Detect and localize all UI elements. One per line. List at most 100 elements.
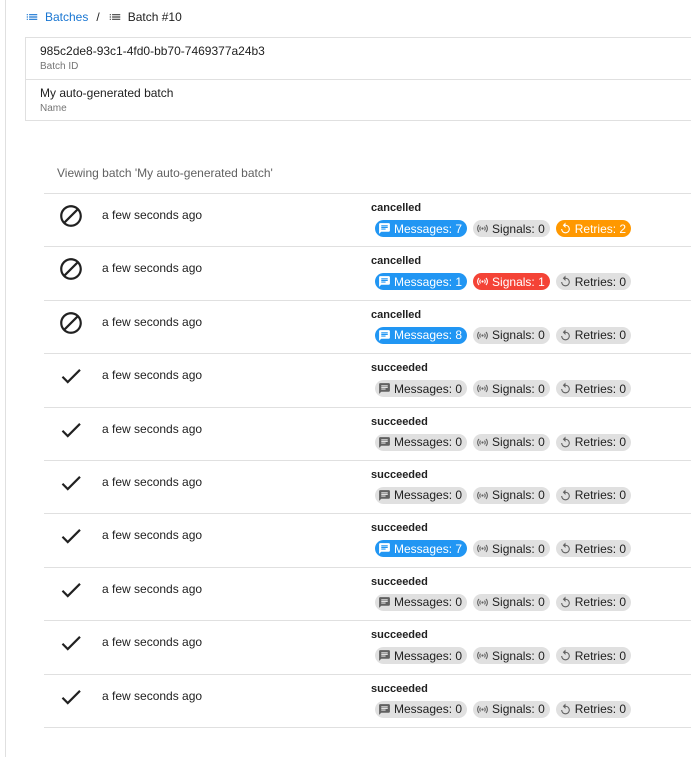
signals-chip-label: Signals: 0 <box>492 648 545 663</box>
row-status: succeeded <box>371 629 428 642</box>
row-status: cancelled <box>371 202 422 214</box>
batch-item-row[interactable]: a few seconds ago cancelled Messages: 7 Sig… <box>44 194 691 248</box>
batch-item-row[interactable]: a few seconds ago succeeded Messages: 0 Sig… <box>44 461 691 515</box>
signals-chip-label: Signals: 0 <box>492 702 545 717</box>
retry-icon <box>559 649 572 662</box>
signals-chip[interactable]: Signals: 0 <box>473 700 550 718</box>
signals-chip[interactable]: Signals: 0 <box>473 433 550 451</box>
retries-chip[interactable]: Retries: 0 <box>555 380 632 398</box>
signal-icon <box>476 649 489 662</box>
messages-chip-label: Messages: 0 <box>394 595 463 610</box>
signals-chip-label: Signals: 0 <box>492 435 545 450</box>
messages-chip[interactable]: Messages: 0 <box>375 700 468 718</box>
batch-id-label: Batch ID <box>40 61 79 72</box>
messages-chip-label: Messages: 0 <box>394 488 463 503</box>
messages-chip[interactable]: Messages: 8 <box>375 326 468 344</box>
signals-chip-label: Signals: 0 <box>492 221 545 236</box>
signal-icon <box>476 436 489 449</box>
retries-chip-label: Retries: 0 <box>574 435 627 450</box>
retries-chip[interactable]: Retries: 0 <box>555 540 632 558</box>
signals-chip[interactable]: Signals: 0 <box>473 647 550 665</box>
batch-item-row[interactable]: a few seconds ago cancelled Messages: 1 Sig… <box>44 247 691 301</box>
signals-chip[interactable]: Signals: 1 <box>473 273 550 291</box>
messages-chip-label: Messages: 0 <box>394 702 463 717</box>
batch-items-list: a few seconds ago cancelled Messages: 7 Sig… <box>44 193 691 728</box>
check-icon <box>58 470 84 496</box>
batch-item-row[interactable]: a few seconds ago succeeded Messages: 0 Sig… <box>44 408 691 461</box>
breadcrumb-current: Batch #10 <box>108 10 182 24</box>
message-icon <box>378 542 391 555</box>
check-icon <box>58 417 84 443</box>
retries-chip[interactable]: Retries: 0 <box>555 433 632 451</box>
retries-chip[interactable]: Retries: 0 <box>555 273 632 291</box>
signals-chip[interactable]: Signals: 0 <box>473 326 550 344</box>
retries-chip[interactable]: Retries: 2 <box>555 220 632 237</box>
viewing-caption: Viewing batch 'My auto-generated batch' <box>57 166 273 180</box>
retries-chip-label: Retries: 0 <box>574 381 627 396</box>
signals-chip[interactable]: Signals: 0 <box>473 380 550 398</box>
retries-chip-label: Retries: 0 <box>574 488 627 503</box>
batch-item-row[interactable]: a few seconds ago cancelled Messages: 8 Sig… <box>44 301 691 355</box>
row-timestamp: a few seconds ago <box>102 635 203 650</box>
batch-id-row: 985c2de8-93c1-4fd0-bb70-7469377a24b3 Bat… <box>26 38 691 79</box>
row-chips: Messages: 7 Signals: 0 Retries: 2 <box>375 220 637 237</box>
batch-item-row[interactable]: a few seconds ago succeeded Messages: 7 Sig… <box>44 514 691 568</box>
retries-chip[interactable]: Retries: 0 <box>555 647 632 665</box>
message-icon <box>378 436 391 449</box>
messages-chip[interactable]: Messages: 0 <box>375 593 468 611</box>
signals-chip-label: Signals: 0 <box>492 381 545 396</box>
row-status: cancelled <box>371 255 422 268</box>
breadcrumb-batches-label[interactable]: Batches <box>45 10 88 24</box>
batch-item-row[interactable]: a few seconds ago succeeded Messages: 0 Sig… <box>44 568 691 622</box>
messages-chip-label: Messages: 7 <box>394 541 463 556</box>
batch-name-row: My auto-generated batch Name <box>26 79 691 120</box>
batch-id-value: 985c2de8-93c1-4fd0-bb70-7469377a24b3 <box>40 44 265 58</box>
row-status: succeeded <box>371 682 428 695</box>
check-icon <box>58 630 84 656</box>
breadcrumb-separator: / <box>96 10 100 24</box>
signals-chip[interactable]: Signals: 0 <box>473 486 550 504</box>
cancelled-icon <box>58 203 84 229</box>
retries-chip[interactable]: Retries: 0 <box>555 593 632 611</box>
retries-chip[interactable]: Retries: 0 <box>555 326 632 344</box>
signal-icon <box>476 542 489 555</box>
list-icon <box>25 10 39 24</box>
messages-chip[interactable]: Messages: 1 <box>375 273 468 291</box>
signals-chip[interactable]: Signals: 0 <box>473 220 550 237</box>
breadcrumb: Batches / Batch #10 <box>25 7 182 27</box>
messages-chip-label: Messages: 7 <box>394 221 463 236</box>
signals-chip[interactable]: Signals: 0 <box>473 593 550 611</box>
messages-chip[interactable]: Messages: 0 <box>375 433 468 451</box>
message-icon <box>378 596 391 609</box>
row-status: succeeded <box>371 468 428 481</box>
row-chips: Messages: 0 Signals: 0 Retries: 0 <box>375 486 637 504</box>
list-icon <box>108 10 122 24</box>
left-divider <box>5 0 6 757</box>
signal-icon <box>476 275 489 288</box>
signal-icon <box>476 489 489 502</box>
signal-icon <box>476 382 489 395</box>
retry-icon <box>559 275 572 288</box>
messages-chip[interactable]: Messages: 0 <box>375 647 468 665</box>
retry-icon <box>559 542 572 555</box>
retries-chip[interactable]: Retries: 0 <box>555 486 632 504</box>
message-icon <box>378 329 391 342</box>
message-icon <box>378 703 391 716</box>
message-icon <box>378 275 391 288</box>
row-status: succeeded <box>371 522 428 535</box>
batch-item-row[interactable]: a few seconds ago succeeded Messages: 0 Sig… <box>44 675 691 728</box>
retries-chip[interactable]: Retries: 0 <box>555 700 632 718</box>
row-chips: Messages: 0 Signals: 0 Retries: 0 <box>375 647 637 665</box>
batch-item-row[interactable]: a few seconds ago succeeded Messages: 0 Sig… <box>44 354 691 408</box>
signals-chip-label: Signals: 1 <box>492 274 545 289</box>
row-chips: Messages: 7 Signals: 0 Retries: 0 <box>375 540 637 558</box>
breadcrumb-batches-link[interactable]: Batches <box>25 10 88 24</box>
batch-item-row[interactable]: a few seconds ago succeeded Messages: 0 Sig… <box>44 621 691 675</box>
signal-icon <box>476 222 489 235</box>
retry-icon <box>559 489 572 502</box>
signals-chip[interactable]: Signals: 0 <box>473 540 550 558</box>
messages-chip[interactable]: Messages: 7 <box>375 220 468 237</box>
messages-chip[interactable]: Messages: 0 <box>375 380 468 398</box>
messages-chip[interactable]: Messages: 7 <box>375 540 468 558</box>
messages-chip[interactable]: Messages: 0 <box>375 486 468 504</box>
